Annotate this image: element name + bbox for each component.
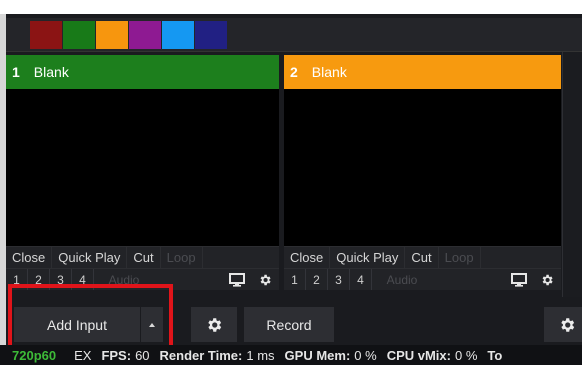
color-palette — [6, 18, 582, 52]
cut-button[interactable]: Cut — [405, 247, 439, 268]
input-title: Blank — [33, 64, 69, 80]
add-input-dropdown-button[interactable] — [141, 307, 163, 342]
record-button[interactable]: Record — [244, 307, 334, 342]
input-controls: Close Quick Play Cut Loop — [6, 246, 279, 268]
audio-button[interactable]: Audio — [372, 273, 432, 287]
gear-icon[interactable] — [251, 269, 279, 290]
quick-play-button[interactable]: Quick Play — [330, 247, 406, 268]
vmix-window: 1 Blank Close Quick Play Cut Loop 1 2 3 … — [0, 0, 582, 365]
add-input-label: Add Input — [47, 316, 107, 333]
input-panel-1: 1 Blank Close Quick Play Cut Loop 1 2 3 … — [6, 55, 279, 290]
overlay-2-button[interactable]: 2 — [28, 269, 50, 290]
overlay-1-button[interactable]: 1 — [284, 269, 306, 290]
settings-button[interactable] — [191, 307, 237, 342]
input-preview[interactable] — [284, 89, 561, 246]
cut-button[interactable]: Cut — [127, 247, 161, 268]
record-label: Record — [266, 316, 312, 333]
render-time-value: 1 ms — [246, 347, 275, 363]
overlay-4-button[interactable]: 4 — [350, 269, 372, 290]
gpu-mem-value: 0 % — [354, 347, 377, 363]
close-button[interactable]: Close — [6, 247, 53, 268]
scrollbar[interactable] — [562, 52, 582, 297]
overlay-2-button[interactable]: 2 — [306, 269, 328, 290]
main-toolbar: Add Input Record — [6, 304, 582, 344]
loop-button[interactable]: Loop — [439, 247, 481, 268]
input-header[interactable]: 2 Blank — [284, 55, 561, 89]
cpu-value: 0 % — [454, 347, 478, 363]
overlay-1-button[interactable]: 1 — [6, 269, 28, 290]
record-settings-button[interactable] — [544, 307, 582, 342]
swatch-green[interactable] — [63, 20, 95, 49]
input-panel-2: 2 Blank Close Quick Play Cut Loop 1 2 3 … — [284, 55, 561, 290]
monitor-icon[interactable] — [223, 269, 251, 290]
status-overflow-text: To — [487, 347, 503, 363]
input-number: 1 — [12, 64, 20, 80]
input-title: Blank — [311, 64, 347, 80]
monitor-icon[interactable] — [505, 269, 533, 290]
overlay-4-button[interactable]: 4 — [72, 269, 94, 290]
fps-label: FPS: — [101, 347, 132, 363]
cpu-label: CPU vMix: — [386, 347, 451, 363]
gear-icon — [208, 317, 222, 332]
render-time-label: Render Time: — [159, 347, 243, 363]
input-controls: Close Quick Play Cut Loop — [284, 246, 561, 268]
close-button[interactable]: Close — [284, 247, 331, 268]
overlay-3-button[interactable]: 3 — [50, 269, 72, 290]
fps-value: 60 — [135, 347, 150, 363]
input-number: 2 — [290, 64, 298, 80]
ex-label: EX — [74, 347, 92, 363]
input-header[interactable]: 1 Blank — [6, 55, 279, 89]
input-preview[interactable] — [6, 89, 279, 246]
gear-icon — [561, 317, 575, 332]
gear-icon[interactable] — [533, 269, 561, 290]
status-bar: 720p60 EX FPS: 60 Render Time: 1 ms GPU … — [0, 345, 582, 365]
resolution-indicator: 720p60 — [12, 347, 57, 363]
overlay-3-button[interactable]: 3 — [328, 269, 350, 290]
chevron-up-icon — [149, 322, 155, 327]
swatch-blue[interactable] — [162, 20, 194, 49]
swatch-purple[interactable] — [129, 20, 161, 49]
swatch-red[interactable] — [30, 20, 62, 49]
add-input-button[interactable]: Add Input — [14, 307, 140, 342]
loop-button[interactable]: Loop — [161, 247, 203, 268]
quick-play-button[interactable]: Quick Play — [52, 247, 128, 268]
swatch-navy[interactable] — [195, 20, 227, 49]
audio-button[interactable]: Audio — [94, 273, 154, 287]
swatch-orange[interactable] — [96, 20, 128, 49]
top-margin — [0, 0, 582, 14]
input-overlay-row: 1 2 3 4 Audio — [6, 268, 279, 290]
gpu-mem-label: GPU Mem: — [284, 347, 351, 363]
input-overlay-row: 1 2 3 4 Audio — [284, 268, 561, 290]
